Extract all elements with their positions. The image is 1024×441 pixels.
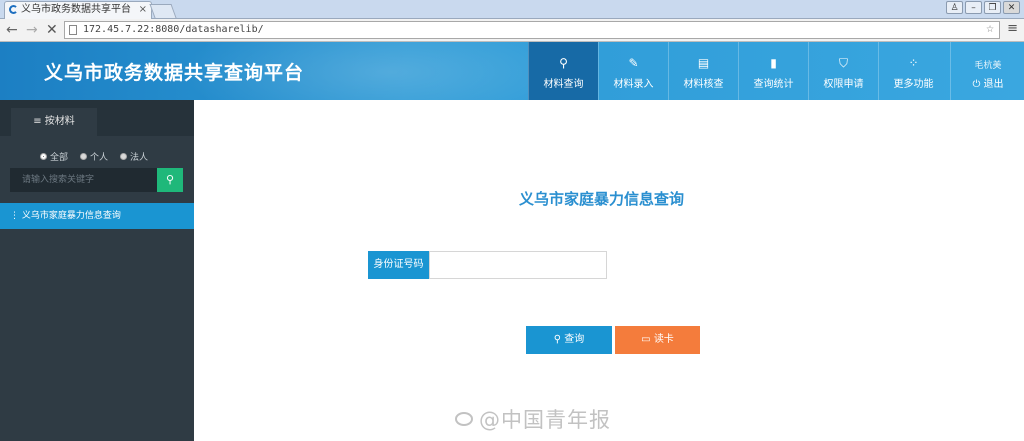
radio-label: 法人 [130, 153, 149, 163]
id-number-input[interactable] [429, 251, 607, 279]
nav-label: 查询统计 [753, 79, 794, 90]
tab-close-icon[interactable]: × [139, 2, 147, 18]
window-controls: ♙ – ❐ ✕ [946, 1, 1020, 14]
nav-label: 材料查询 [543, 79, 584, 90]
radio-checked-icon [40, 153, 47, 160]
nav-more-functions[interactable]: ⁘ 更多功能 [878, 42, 948, 100]
drag-handle-icon: ⋮ [10, 211, 19, 221]
radio-all[interactable]: 全部 [40, 150, 68, 163]
radio-legal-person[interactable]: 法人 [120, 150, 148, 163]
tab-by-material[interactable]: ≡ 按材料 [11, 108, 97, 136]
page-icon [69, 25, 77, 35]
weibo-icon [455, 412, 473, 426]
browser-tab-title: 义乌市政务数据共享平台 [21, 4, 131, 15]
id-number-label: 身份证号码 [368, 251, 429, 279]
watermark-text: @中国青年报 [479, 408, 611, 432]
logout-button[interactable]: ⏻ 退出 [951, 75, 1024, 90]
nav-label: 更多功能 [893, 79, 934, 90]
forward-arrow-icon[interactable]: → [26, 21, 38, 39]
user-profile-button[interactable]: ♙ [946, 1, 963, 14]
browser-tabstrip: 义乌市政务数据共享平台 × ♙ – ❐ ✕ [0, 0, 1024, 19]
page-title: 义乌市家庭暴力信息查询 [519, 190, 685, 208]
nav-material-entry[interactable]: ✎ 材料录入 [598, 42, 668, 100]
nav-permission-request[interactable]: ⛉ 权限申请 [808, 42, 878, 100]
read-card-button[interactable]: ▭ 读卡 [615, 326, 700, 354]
browser-tab[interactable]: 义乌市政务数据共享平台 × [4, 1, 152, 19]
card-reader-icon: ▭ [641, 334, 651, 345]
user-block: 毛杭美 ⏻ 退出 [950, 42, 1024, 100]
sidebar-tabbar: ≡ 按材料 [0, 100, 194, 136]
address-bar-url: 172.45.7.22:8080/datasharelib/ [83, 24, 264, 35]
maximize-button[interactable]: ❐ [984, 1, 1001, 14]
sidebar-item-domestic-violence-query[interactable]: ⋮ 义乌市家庭暴力信息查询 [0, 203, 194, 229]
search-icon: ⚲ [559, 56, 568, 70]
search-icon: ⚲ [165, 173, 175, 186]
address-bar[interactable]: 172.45.7.22:8080/datasharelib/ ☆ [64, 21, 1000, 39]
sidebar: ≡ 按材料 全部 个人 法人 ⚲ ⋮ 义乌市家庭暴力信息查询 [0, 100, 194, 441]
minimize-button[interactable]: – [965, 1, 982, 14]
logout-label: 退出 [983, 79, 1004, 90]
site-title: 义乌市政务数据共享查询平台 [44, 62, 305, 84]
site-favicon-icon [9, 5, 18, 14]
read-card-button-label: 读卡 [653, 334, 674, 345]
close-window-button[interactable]: ✕ [1003, 1, 1020, 14]
bookmark-star-icon[interactable]: ☆ [986, 21, 994, 37]
nav-label: 材料核查 [683, 79, 724, 90]
nav-query-stats[interactable]: ▮ 查询统计 [738, 42, 808, 100]
list-icon: ≡ [33, 116, 42, 127]
radio-label: 全部 [50, 153, 69, 163]
nav-label: 材料录入 [613, 79, 654, 90]
browser-menu-icon[interactable]: ≡ [1007, 22, 1018, 36]
nav-label: 权限申请 [823, 79, 864, 90]
radio-personal[interactable]: 个人 [80, 150, 108, 163]
card-icon: ▤ [697, 56, 710, 70]
radio-unchecked-icon [80, 153, 88, 160]
pen-icon: ✎ [628, 56, 639, 70]
query-button[interactable]: ⚲ 查询 [526, 326, 612, 354]
site-header: 义乌市政务数据共享查询平台 ⚲ 材料查询 ✎ 材料录入 ▤ 材料核查 ▮ 查询统… [0, 42, 1024, 100]
sidebar-item-label: 义乌市家庭暴力信息查询 [21, 211, 121, 221]
stop-loading-icon[interactable]: ✕ [46, 21, 58, 39]
browser-toolbar: ← → ✕ 172.45.7.22:8080/datasharelib/ ☆ ≡ [0, 19, 1024, 42]
nav-material-check[interactable]: ▤ 材料核查 [668, 42, 738, 100]
sidebar-search-input[interactable] [10, 168, 157, 192]
scope-radio-group: 全部 个人 法人 [40, 150, 148, 163]
power-icon: ⏻ [972, 79, 981, 90]
sidebar-search-button[interactable]: ⚲ [157, 168, 183, 192]
main-nav: ⚲ 材料查询 ✎ 材料录入 ▤ 材料核查 ▮ 查询统计 ⛉ 权限申请 ⁘ 更多功… [528, 42, 948, 100]
username: 毛杭美 [974, 61, 1002, 71]
tab-label: 按材料 [44, 116, 75, 127]
back-arrow-icon[interactable]: ← [6, 21, 18, 39]
radio-unchecked-icon [120, 153, 128, 160]
query-button-label: 查询 [564, 334, 585, 345]
new-tab-button[interactable] [149, 4, 177, 18]
shield-icon: ⛉ [838, 56, 848, 70]
bar-chart-icon: ▮ [770, 56, 777, 70]
grid-icon: ⁘ [908, 56, 919, 70]
search-icon: ⚲ [553, 334, 562, 345]
watermark: @中国青年报 [455, 404, 611, 434]
radio-label: 个人 [90, 153, 109, 163]
nav-material-query[interactable]: ⚲ 材料查询 [528, 42, 598, 100]
